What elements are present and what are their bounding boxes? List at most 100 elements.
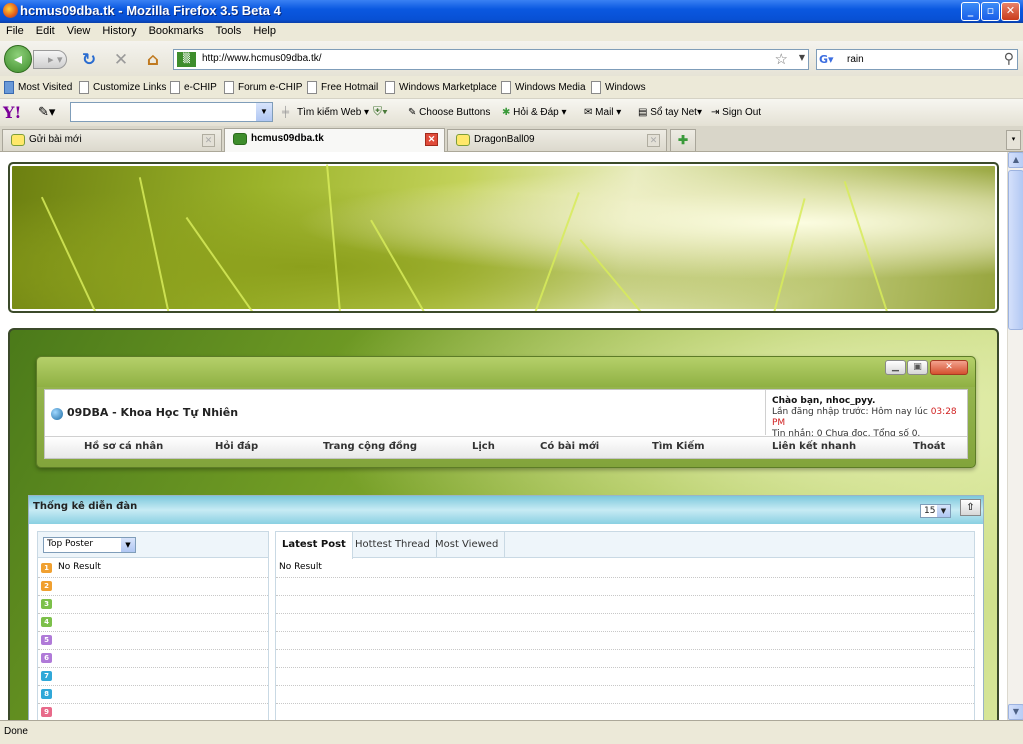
yahoo-logo-icon[interactable]: Y! (3, 103, 21, 122)
yahoo-search-input[interactable]: ▼ (70, 102, 273, 122)
list-item (276, 686, 974, 704)
bookmark-customize-links[interactable]: Customize Links (79, 81, 166, 95)
rank-badge-icon: 3 (41, 599, 52, 609)
site-title[interactable]: 09DBA - Khoa Học Tự Nhiên (67, 406, 238, 419)
home-icon[interactable]: ⌂ (143, 50, 163, 70)
bookmark-most-visited[interactable]: Most Visited (4, 81, 72, 95)
speech-bubble-icon (11, 134, 25, 146)
panel-minimize-icon[interactable]: ▁ (885, 360, 906, 375)
mail-button[interactable]: ✉ Mail ▾ (584, 107, 621, 118)
panel-close-icon[interactable]: ✕ (930, 360, 968, 375)
bookmark-label: e-CHIP (184, 82, 217, 94)
maximize-button[interactable]: ▫ (981, 2, 1000, 21)
tab-most-viewed[interactable]: Most Viewed (429, 532, 506, 558)
list-item (276, 704, 974, 720)
address-bar[interactable]: ▒ http://www.hcmus09dba.tk/ ☆ ▼ (173, 49, 809, 70)
nav-search[interactable]: Tìm Kiếm (652, 441, 705, 452)
bookmark-forum-echip[interactable]: Forum e-CHIP (224, 81, 302, 95)
chevron-down-icon[interactable]: ▼ (799, 53, 805, 62)
scroll-thumb[interactable] (1008, 170, 1023, 330)
bookmark-windows-marketplace[interactable]: Windows Marketplace (385, 81, 497, 95)
tab-label: Gửi bài mới (29, 134, 82, 145)
close-tab-icon[interactable]: ✕ (202, 134, 215, 147)
sign-out-button[interactable]: ⇥ Sign Out (711, 107, 761, 118)
page-icon (307, 81, 317, 94)
search-box[interactable]: G▾ rain ⚲ (816, 49, 1018, 70)
welcome-text[interactable]: Chào bạn, nhoc_pyy. (772, 396, 875, 406)
choose-buttons-label: Choose Buttons (419, 107, 491, 118)
bookmark-windows-media[interactable]: Windows Media (501, 81, 586, 95)
page-scrollbar[interactable]: ▲ ▼ (1007, 152, 1023, 720)
chevron-down-icon[interactable]: ▼ (256, 103, 272, 121)
reload-icon[interactable]: ↻ (79, 50, 99, 70)
tab-latest-post[interactable]: Latest Post (276, 532, 353, 559)
nav-community[interactable]: Trang cộng đồng (323, 441, 417, 452)
rank-badge-icon: 5 (41, 635, 52, 645)
status-bar: Done (0, 720, 1023, 744)
menu-edit[interactable]: Edit (30, 23, 61, 37)
forum-header-panel: ▁ ▣ ✕ 09DBA - Khoa Học Tự Nhiên Chào bạn… (36, 356, 976, 468)
menu-bookmarks[interactable]: Bookmarks (143, 23, 210, 37)
pencil-icon[interactable]: ✎▾ (38, 104, 55, 120)
list-item: No Result (276, 560, 974, 578)
minimize-button[interactable]: _ (961, 2, 980, 21)
speech-bubble-icon (456, 134, 470, 146)
menu-file[interactable]: File (0, 23, 30, 37)
choose-buttons-button[interactable]: ✎ Choose Buttons (408, 107, 490, 118)
bookmark-label: Most Visited (18, 82, 73, 94)
nav-logout[interactable]: Thoát (913, 441, 945, 452)
close-window-button[interactable]: ✕ (1001, 2, 1020, 21)
tab-gui-bai-moi[interactable]: Gửi bài mới ✕ (2, 129, 222, 151)
tab-hcmus09dba[interactable]: hcmus09dba.tk ✕ (224, 128, 445, 152)
menu-view[interactable]: View (61, 23, 97, 37)
new-tab-button[interactable]: ✚ (670, 129, 696, 151)
nav-faq[interactable]: Hỏi đáp (215, 441, 258, 452)
tab-hottest-thread[interactable]: Hottest Thread (349, 532, 437, 558)
site-favicon (233, 133, 247, 145)
rank-badge-icon: 7 (41, 671, 52, 681)
notebook-button[interactable]: ▤ Sổ tay Net▾ (638, 107, 702, 118)
scroll-up-icon[interactable]: ▲ (1008, 152, 1023, 168)
search-engine-icon[interactable]: G▾ (819, 52, 839, 67)
menu-history[interactable]: History (96, 23, 142, 37)
bookmark-echip[interactable]: e-CHIP (170, 81, 217, 95)
yahoo-toolbar: Y! ✎▾ ▼ ╪ Tìm kiếm Web ▾ ⛨▾ ✎ Choose But… (0, 99, 1023, 126)
bookmark-star-icon[interactable]: ☆ (775, 50, 788, 68)
site-favicon: ▒ (177, 52, 196, 67)
tab-dragonball09[interactable]: DragonBall09 ✕ (447, 129, 667, 151)
stats-header: Thống kê diễn đàn 15 ▼ ⇧ (29, 496, 983, 524)
forward-button[interactable]: ▸ ▾ (33, 50, 67, 69)
menu-tools[interactable]: Tools (210, 23, 248, 37)
page-icon (224, 81, 234, 94)
nav-quick-links[interactable]: Liên kết nhanh (772, 441, 856, 452)
tab-list-button[interactable]: ▾ (1006, 130, 1021, 150)
panel-restore-icon[interactable]: ▣ (907, 360, 928, 375)
nav-new-posts[interactable]: Có bài mới (540, 441, 599, 452)
list-item: 3 (38, 596, 268, 614)
bookmark-windows[interactable]: Windows (591, 81, 646, 95)
menu-help[interactable]: Help (247, 23, 282, 37)
stop-icon[interactable]: ✕ (111, 50, 131, 70)
qa-button[interactable]: ✱ Hỏi & Đáp ▾ (502, 107, 567, 118)
per-page-select[interactable]: 15 ▼ (920, 504, 951, 518)
shield-icon[interactable]: ⛨▾ (373, 104, 388, 119)
close-tab-icon[interactable]: ✕ (425, 133, 438, 146)
notebook-label: Sổ tay Net (650, 107, 697, 118)
search-icon[interactable]: ⚲ (1004, 51, 1014, 67)
scroll-down-icon[interactable]: ▼ (1008, 704, 1023, 720)
list-item: 5 (38, 632, 268, 650)
collapse-up-icon[interactable]: ⇧ (960, 499, 981, 516)
back-button[interactable]: ◂ (4, 45, 32, 73)
bookmark-free-hotmail[interactable]: Free Hotmail (307, 81, 378, 95)
search-query: rain (847, 54, 864, 65)
list-item: 1 No Result (38, 560, 268, 578)
last-login-label: Lần đăng nhập trước: Hôm nay lúc (772, 407, 931, 417)
close-tab-icon[interactable]: ✕ (647, 134, 660, 147)
nav-calendar[interactable]: Lịch (472, 441, 495, 452)
top-poster-select[interactable]: Top Poster ▼ (43, 537, 136, 553)
tab-bar: Gửi bài mới ✕ hcmus09dba.tk ✕ DragonBall09… (0, 126, 1023, 152)
page-icon (170, 81, 180, 94)
search-web-button[interactable]: Tìm kiếm Web ▾ (297, 107, 369, 118)
nav-profile[interactable]: Hồ sơ cá nhân (84, 441, 163, 452)
forum-container: ▁ ▣ ✕ 09DBA - Khoa Học Tự Nhiên Chào bạn… (8, 328, 999, 720)
